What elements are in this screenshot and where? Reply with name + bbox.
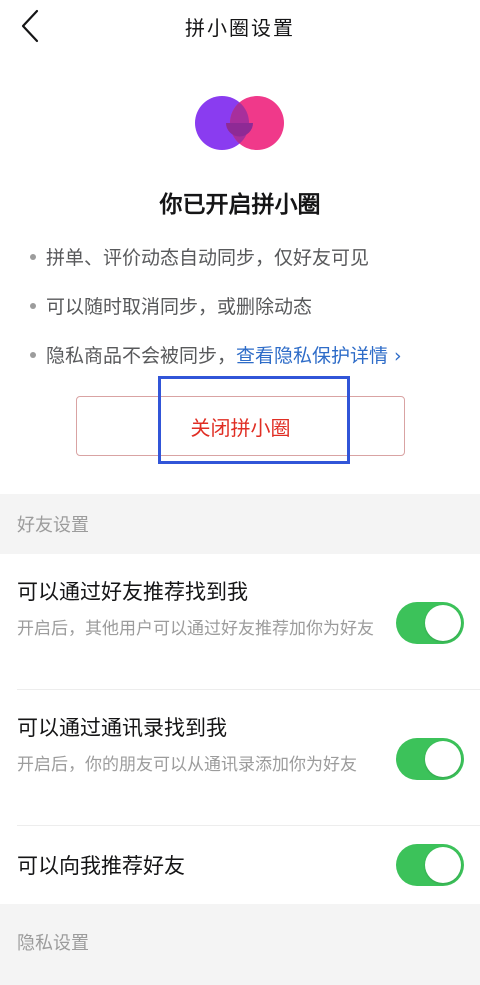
setting-title: 可以通过好友推荐找到我 [17,580,248,604]
section-header-friends: 好友设置 [0,494,480,554]
setting-title: 可以向我推荐好友 [17,854,185,878]
setting-title: 可以通过通讯录找到我 [17,716,227,740]
bullet-dot [30,351,36,358]
pinxiaoquan-logo [195,96,284,150]
section-header-privacy: 隐私设置 [0,904,480,985]
bullet-dot [30,253,36,260]
toggle-knob [425,847,461,883]
header: 拼小圈设置 [0,0,480,54]
bullet-item: 可以随时取消同步，或删除动态 [30,292,312,319]
setting-desc: 开启后，其他用户可以通过好友推荐加你为好友 [17,619,374,639]
toggle-contacts[interactable] [396,738,464,780]
bullet-text: 可以随时取消同步，或删除动态 [46,296,313,318]
close-pinxiaoquan-button[interactable]: 关闭拼小圈 [76,396,405,456]
bullet-text: 拼单、评价动态自动同步，仅好友可见 [46,247,370,269]
bullet-dot [30,302,36,309]
setting-desc: 开启后，你的朋友可以从通讯录添加你为好友 [17,755,357,775]
page-title: 拼小圈设置 [185,16,295,40]
privacy-details-link[interactable]: 查看隐私保护详情 › [236,345,402,367]
hero-title: 你已开启拼小圈 [159,192,321,218]
bullet-item: 拼单、评价动态自动同步，仅好友可见 [30,243,369,270]
toggle-knob [425,741,461,777]
toggle-recommend-friends[interactable] [396,844,464,886]
bullet-text: 隐私商品不会被同步， [46,345,237,367]
bullet-item: 隐私商品不会被同步，查看隐私保护详情 › [30,341,402,368]
setting-row-recommend-friends: 可以向我推荐好友 [0,826,480,904]
toggle-friend-recommend[interactable] [396,602,464,644]
setting-row-contacts: 可以通过通讯录找到我 开启后，你的朋友可以从通讯录添加你为好友 [0,690,480,826]
toggle-knob [425,605,461,641]
setting-row-friend-recommend: 可以通过好友推荐找到我 开启后，其他用户可以通过好友推荐加你为好友 [0,554,480,690]
